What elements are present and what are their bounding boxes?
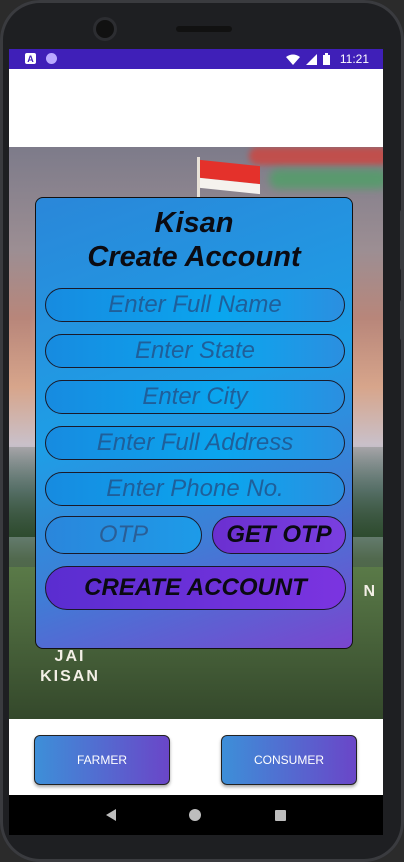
- consumer-button[interactable]: CONSUMER: [221, 735, 357, 785]
- wifi-icon: [285, 54, 300, 65]
- power-button: [400, 300, 404, 340]
- farmer-button[interactable]: FARMER: [34, 735, 170, 785]
- title-app-name: Kisan: [154, 207, 234, 239]
- title-create-account: Create Account: [87, 241, 301, 273]
- phone-frame: A 11:21 JAI KISAN N Kisan Create Account…: [0, 0, 404, 862]
- create-account-button[interactable]: CREATE ACCOUNT: [45, 566, 346, 610]
- battery-icon: [322, 53, 330, 65]
- address-field[interactable]: Enter Full Address: [45, 426, 345, 460]
- system-navigation-bar: [9, 795, 383, 835]
- green-smoke: [269, 169, 383, 189]
- city-field[interactable]: Enter City: [45, 380, 345, 414]
- a-notification-icon: A: [25, 53, 36, 64]
- volume-button: [400, 210, 404, 270]
- create-account-card: Kisan Create Account Enter Full Name Ent…: [35, 197, 353, 649]
- home-icon[interactable]: [189, 809, 202, 821]
- otp-field[interactable]: OTP: [45, 516, 202, 554]
- page-title: Kisan Create Account: [36, 206, 352, 274]
- signal-icon: [305, 53, 317, 65]
- state-field[interactable]: Enter State: [45, 334, 345, 368]
- get-otp-button[interactable]: GET OTP: [212, 516, 346, 554]
- status-bar: A 11:21: [9, 49, 383, 69]
- circle-notification-icon: [46, 53, 57, 64]
- earpiece-speaker: [176, 26, 232, 32]
- slogan-line-1: JAI: [54, 648, 86, 665]
- header-space: [9, 69, 383, 147]
- front-camera: [96, 20, 114, 38]
- full-name-field[interactable]: Enter Full Name: [45, 288, 345, 322]
- phone-field[interactable]: Enter Phone No.: [45, 472, 345, 506]
- hero-slogan-side: N: [363, 583, 375, 600]
- back-icon[interactable]: [105, 809, 116, 821]
- hero-slogan: JAI KISAN: [35, 647, 105, 687]
- app-screen: A 11:21 JAI KISAN N Kisan Create Account…: [9, 49, 383, 835]
- status-clock: 11:21: [339, 52, 369, 66]
- recent-apps-icon[interactable]: [275, 809, 287, 821]
- red-smoke: [249, 147, 383, 165]
- slogan-line-2: KISAN: [40, 668, 100, 685]
